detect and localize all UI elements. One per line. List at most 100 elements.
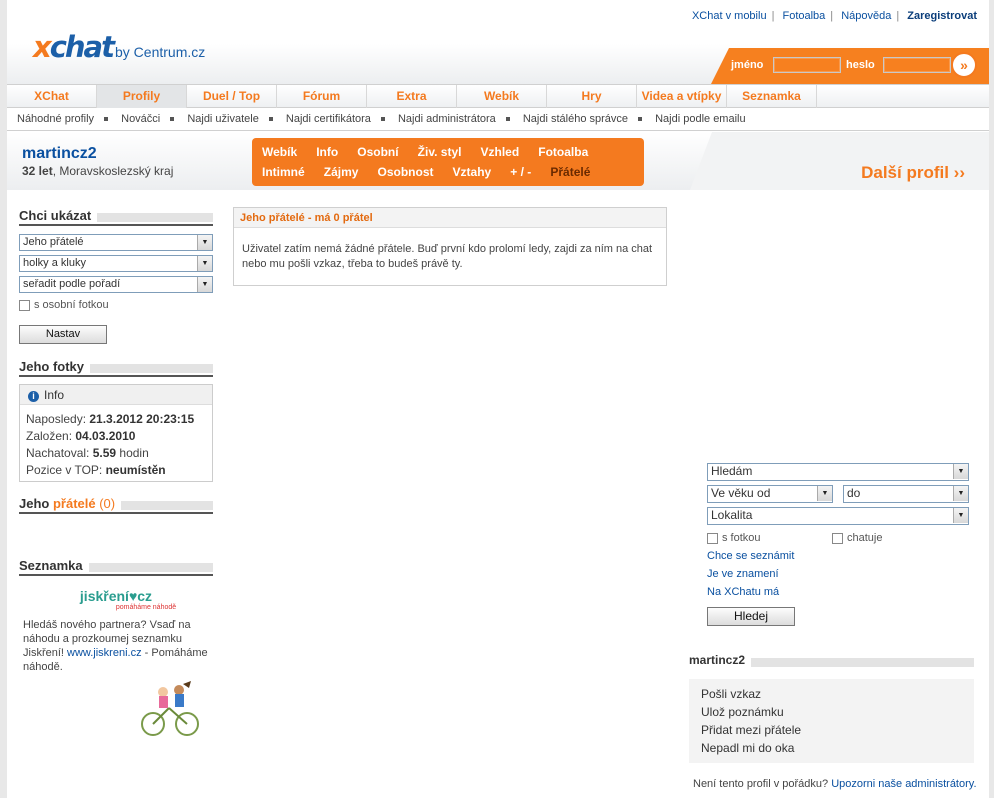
with-photo-checkbox[interactable] [707,532,718,544]
chevron-down-icon: ▼ [197,256,212,271]
chevron-down-icon: ▼ [953,486,968,501]
link-fotoalba[interactable]: Fotoalba [782,10,825,22]
set-button[interactable]: Nastav [19,325,107,344]
password-input[interactable] [883,57,951,73]
age-from-select[interactable]: Ve věku od ▼ [707,485,833,503]
profile-menu-zajmy[interactable]: Zájmy [324,165,359,179]
top-position: Pozice v TOP: neumístěn [26,463,166,477]
profile-menu-lifestyle[interactable]: Živ. styl [418,145,462,159]
photo-checkbox[interactable] [19,299,30,311]
link-register[interactable]: Zaregistrovat [907,10,977,22]
xchat-logo[interactable]: xchat by Centrum.cz [33,30,205,66]
top-links: XChat v mobilu | Fotoalba | Nápověda | Zare… [691,10,977,22]
action-save-note[interactable]: Ulož poznámku [701,703,962,721]
subnav-find-certifier[interactable]: Najdi certifikátora [286,113,371,125]
with-photo-option: s fotkou [707,529,761,547]
action-add-friend[interactable]: Přidat mezi přátele [701,721,962,739]
show-section-heading: Chci ukázat [19,208,213,226]
sub-nav: Náhodné profily Nováčci Najdi uživatele … [7,109,989,131]
action-dislike[interactable]: Nepadl mi do oka [701,739,962,757]
friends-section-heading: Jeho přátelé (0) [19,496,213,514]
last-seen: Naposledy: 21.3.2012 20:23:15 [26,412,195,426]
tab-webik[interactable]: Webík [457,85,547,108]
subnav-newcomers[interactable]: Nováčci [121,113,160,125]
profile-menu-intimne[interactable]: Intimné [262,165,305,179]
locality-select[interactable]: Lokalita ▼ [707,507,969,525]
profile-menu-osobnost[interactable]: Osobnost [377,165,433,179]
name-input[interactable] [773,57,841,73]
tab-videa[interactable]: Videa a vtípky [637,85,727,108]
report-line: Není tento profil v pořádku? Upozorni na… [693,778,977,790]
login-bar: jméno heslo » [711,48,989,84]
page: XChat v mobilu | Fotoalba | Nápověda | Zare… [7,0,989,798]
subnav-find-admin[interactable]: Najdi administrátora [398,113,496,125]
dating-section-heading: Seznamka [19,558,213,576]
info-box: i Info Naposledy: 21.3.2012 20:23:15 Zalo… [19,384,213,482]
search-panel: Hledám ▼ Ve věku od ▼ do ▼ Lokalita ▼ s fotk… [707,463,969,626]
profile-menu-plus-minus[interactable]: + / - [510,165,531,179]
name-label: jméno [731,59,764,71]
created: Založen: 04.03.2010 [26,429,136,443]
left-column: Chci ukázat Jeho přátelé ▼ holky a kluky ▼… [19,208,213,741]
jiskreni-logo[interactable]: jiskření♥cz pomáháme náhodě [19,588,213,614]
profile-menu-vztahy[interactable]: Vztahy [453,165,492,179]
chatting-option: chatuje [832,529,882,547]
link-on-xchat[interactable]: Na XChatu má [707,583,969,601]
age-to-select[interactable]: do ▼ [843,485,969,503]
cyclists-illustration [141,681,199,736]
tab-forum[interactable]: Fórum [277,85,367,108]
profile-actions: martincz2 Pošli vzkaz Ulož poznámku Přid… [689,653,974,763]
action-send-message[interactable]: Pošli vzkaz [701,685,962,703]
photos-section-heading: Jeho fotky [19,359,213,377]
report-admin-link[interactable]: Upozorni naše administrátory. [831,778,976,790]
chevron-down-icon: ▼ [953,508,968,523]
dating-text: Hledáš nového partnera? Vsaď na náhodu a… [23,619,208,673]
chevron-down-icon: ▼ [197,277,212,292]
login-go-button[interactable]: » [951,52,977,78]
profile-menu: Webík Info Osobní Živ. styl Vzhled Fotoa… [252,138,644,186]
next-profile-link[interactable]: Další profil ›› [861,163,965,183]
subnav-random-profiles[interactable]: Náhodné profily [17,113,94,125]
chat-hours: Nachatoval: 5.59 hodin [26,446,149,460]
chevron-down-icon: ▼ [817,486,832,501]
tab-xchat[interactable]: XChat [7,85,97,108]
link-wants-to-meet[interactable]: Chce se seznámit [707,547,969,565]
friends-panel-title: Jeho přátelé - má 0 přátel [234,208,666,228]
profile-username[interactable]: martincz2 [22,145,97,163]
info-header: i Info [20,385,212,405]
password-label: heslo [846,59,875,71]
profile-menu-vzhled[interactable]: Vzhled [481,145,520,159]
friends-filter-select[interactable]: Jeho přátelé ▼ [19,234,213,251]
link-xchat-mobile[interactable]: XChat v mobilu [692,10,767,22]
chevron-down-icon: ▼ [953,464,968,479]
jiskreni-link[interactable]: www.jiskreni.cz [67,647,142,659]
profile-menu-fotoalba[interactable]: Fotoalba [538,145,588,159]
chevron-down-icon: ▼ [197,235,212,250]
link-zodiac[interactable]: Je ve znamení [707,565,969,583]
profile-menu-webik[interactable]: Webík [262,145,297,159]
friends-panel: Jeho přátelé - má 0 přátel Uživatel zatí… [233,207,667,286]
looking-for-select[interactable]: Hledám ▼ [707,463,969,481]
main-nav: XChat Profily Duel / Top Fórum Extra Web… [7,84,989,108]
subnav-find-user[interactable]: Najdi uživatele [187,113,259,125]
next-profile-panel: Další profil ›› [690,132,989,190]
tab-extra[interactable]: Extra [367,85,457,108]
tab-seznamka[interactable]: Seznamka [727,85,817,108]
tab-hry[interactable]: Hry [547,85,637,108]
sort-select[interactable]: seřadit podle pořadí ▼ [19,276,213,293]
info-icon: i [28,391,39,402]
search-button[interactable]: Hledej [707,607,795,626]
friends-panel-text: Uživatel zatím nemá žádné přátele. Buď p… [242,243,653,270]
subnav-find-email[interactable]: Najdi podle emailu [655,113,746,125]
subnav-find-manager[interactable]: Najdi stálého správce [523,113,628,125]
friends-link[interactable]: přátelé [53,496,96,511]
gender-filter-select[interactable]: holky a kluky ▼ [19,255,213,272]
link-napoveda[interactable]: Nápověda [841,10,891,22]
chatting-checkbox[interactable] [832,532,843,544]
tab-duel-top[interactable]: Duel / Top [187,85,277,108]
profile-actions-heading: martincz2 [689,653,974,671]
profile-menu-info[interactable]: Info [316,145,338,159]
profile-menu-pratele[interactable]: Přátelé [550,165,590,179]
tab-profily[interactable]: Profily [97,85,187,108]
profile-menu-osobni[interactable]: Osobní [357,145,398,159]
